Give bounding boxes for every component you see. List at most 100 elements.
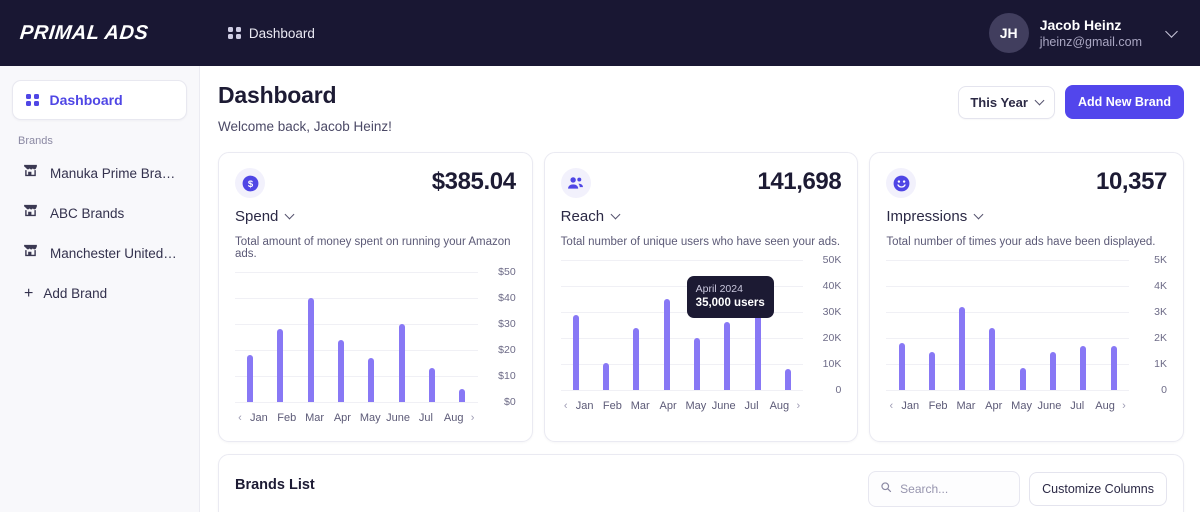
nav-item-dashboard[interactable]: Dashboard [228, 26, 315, 41]
chart-bar[interactable] [277, 329, 284, 402]
chart-prev-arrow[interactable]: ‹ [886, 400, 896, 412]
chart-bar[interactable] [247, 355, 254, 402]
chart-bar-slot[interactable] [591, 260, 621, 390]
chart-bar[interactable] [459, 389, 466, 402]
users-group-icon [560, 168, 591, 198]
chart-bar-slot[interactable] [1008, 260, 1038, 390]
sidebar: Dashboard Brands Manuka Prime Bran… ABC … [0, 66, 200, 512]
sidebar-item-brand[interactable]: ABC Brands [12, 193, 187, 233]
app-logo: PRIMAL ADS [18, 21, 150, 44]
chart-bar-slot[interactable] [296, 272, 326, 402]
chart-bar[interactable] [663, 299, 670, 390]
chart-bar-slot[interactable] [1099, 260, 1129, 390]
add-new-brand-button[interactable]: Add New Brand [1064, 85, 1184, 119]
metric-description: Total number of times your ads have been… [886, 236, 1156, 248]
y-axis-tick-label: 20K [822, 332, 842, 344]
metric-selector[interactable]: Impressions [886, 208, 1167, 225]
chart-bar-slot[interactable] [447, 272, 477, 402]
avatar: JH [988, 13, 1029, 53]
search-input[interactable] [900, 482, 1009, 496]
x-axis-tick-label: Aug [769, 400, 790, 412]
chart-bar[interactable] [398, 324, 405, 402]
chart-bar-slot[interactable] [652, 260, 682, 390]
chart-bar[interactable] [1080, 345, 1087, 390]
brands-list-actions: Customize Columns [868, 471, 1167, 507]
chart-bar-slot[interactable] [1068, 260, 1098, 390]
chart-bar[interactable] [724, 322, 731, 390]
chart-bar-slot[interactable] [977, 260, 1007, 390]
x-axis-tick-label: Mar [305, 412, 325, 424]
chart-x-axis: ‹ Jan Feb Mar Apr May June Jul Aug › [561, 400, 804, 412]
chart-bar[interactable] [754, 306, 761, 390]
chart-plot-area [235, 272, 478, 403]
sidebar-item-dashboard[interactable]: Dashboard [12, 80, 187, 120]
gridline [235, 402, 478, 403]
metric-description: Total number of unique users who have se… [560, 236, 841, 248]
chart-bar[interactable] [898, 343, 905, 390]
chart-bar-slot[interactable] [265, 272, 295, 402]
sidebar-item-add-brand[interactable]: + Add Brand [12, 277, 187, 310]
chart-bar[interactable] [1050, 352, 1057, 390]
sidebar-item-brand[interactable]: Manuka Prime Bran… [12, 153, 187, 193]
user-menu[interactable]: JH Jacob Heinz jheinz@gmail.com [988, 13, 1182, 53]
chart-bar-slot[interactable] [235, 272, 265, 402]
x-axis-tick-label: Aug [443, 412, 464, 424]
brands-list-title: Brands List [235, 477, 315, 493]
gridline [886, 390, 1130, 391]
chart-bar[interactable] [572, 314, 579, 390]
customize-columns-button[interactable]: Customize Columns [1029, 472, 1167, 506]
chart-next-arrow[interactable]: › [1119, 400, 1129, 412]
sidebar-item-brand-label: ABC Brands [50, 205, 125, 221]
chart-bar-slot[interactable] [773, 260, 803, 390]
x-axis-tick-label: June [711, 400, 736, 412]
y-axis-tick-label: 5K [1154, 254, 1168, 266]
chart-bar[interactable] [338, 339, 345, 402]
chevron-down-icon[interactable] [1165, 24, 1178, 38]
chevron-down-icon [1034, 95, 1045, 105]
chart-next-arrow[interactable]: › [793, 400, 803, 412]
chart-bar[interactable] [1019, 367, 1026, 390]
chart-bar[interactable] [959, 306, 966, 390]
x-axis-tick-label: Mar [956, 400, 976, 412]
chart-prev-arrow[interactable]: ‹ [235, 412, 245, 424]
x-axis-tick-label: Jan [901, 400, 920, 412]
svg-text:$: $ [247, 178, 253, 189]
metric-selector[interactable]: Reach [561, 208, 842, 225]
chart-bar[interactable] [989, 327, 996, 390]
chart-bar-slot[interactable] [947, 260, 977, 390]
y-axis-tick-label: $0 [503, 396, 516, 408]
chart-bar[interactable] [785, 369, 792, 390]
chart-bar[interactable] [1110, 345, 1117, 390]
chart-bar-slot[interactable] [1038, 260, 1068, 390]
metric-selector[interactable]: Spend [235, 208, 516, 225]
chart-x-axis: ‹ Jan Feb Mar Apr May June Jul Aug › [886, 400, 1129, 412]
x-axis-tick-label: Jul [1070, 400, 1085, 412]
chart-bar-slot[interactable] [356, 272, 386, 402]
chart-prev-arrow[interactable]: ‹ [561, 400, 571, 412]
chart-bar-slot[interactable] [621, 260, 651, 390]
chart-bar-slot[interactable] [417, 272, 447, 402]
x-axis-tick-label: May [685, 400, 707, 412]
page-header-text: Dashboard Welcome back, Jacob Heinz! [218, 82, 392, 134]
year-filter-dropdown[interactable]: This Year [958, 85, 1055, 119]
metric-card-spend: $ $385.04 Spend Total amount of money sp… [218, 152, 533, 442]
search-box[interactable] [868, 471, 1021, 507]
chart-bar[interactable] [603, 362, 610, 390]
chart-bar[interactable] [633, 327, 640, 390]
y-axis-tick-label: 0 [1161, 384, 1168, 396]
chart-bar[interactable] [928, 352, 935, 390]
chart-bar-slot[interactable] [326, 272, 356, 402]
chart-bar[interactable] [429, 368, 436, 402]
plus-icon: + [24, 284, 34, 302]
chart-next-arrow[interactable]: › [468, 412, 478, 424]
chart-bar-slot[interactable] [561, 260, 591, 390]
x-axis-tick-label: Feb [602, 400, 622, 412]
chart-bar-slot[interactable] [917, 260, 947, 390]
chart-bar[interactable] [307, 298, 314, 402]
chart-bar-slot[interactable] [886, 260, 916, 390]
x-axis-tick-label: Jul [418, 412, 433, 424]
chart-bar[interactable] [694, 338, 701, 390]
chart-bar[interactable] [368, 357, 375, 402]
sidebar-item-brand[interactable]: Manchester United… [12, 233, 187, 273]
chart-bar-slot[interactable] [387, 272, 417, 402]
